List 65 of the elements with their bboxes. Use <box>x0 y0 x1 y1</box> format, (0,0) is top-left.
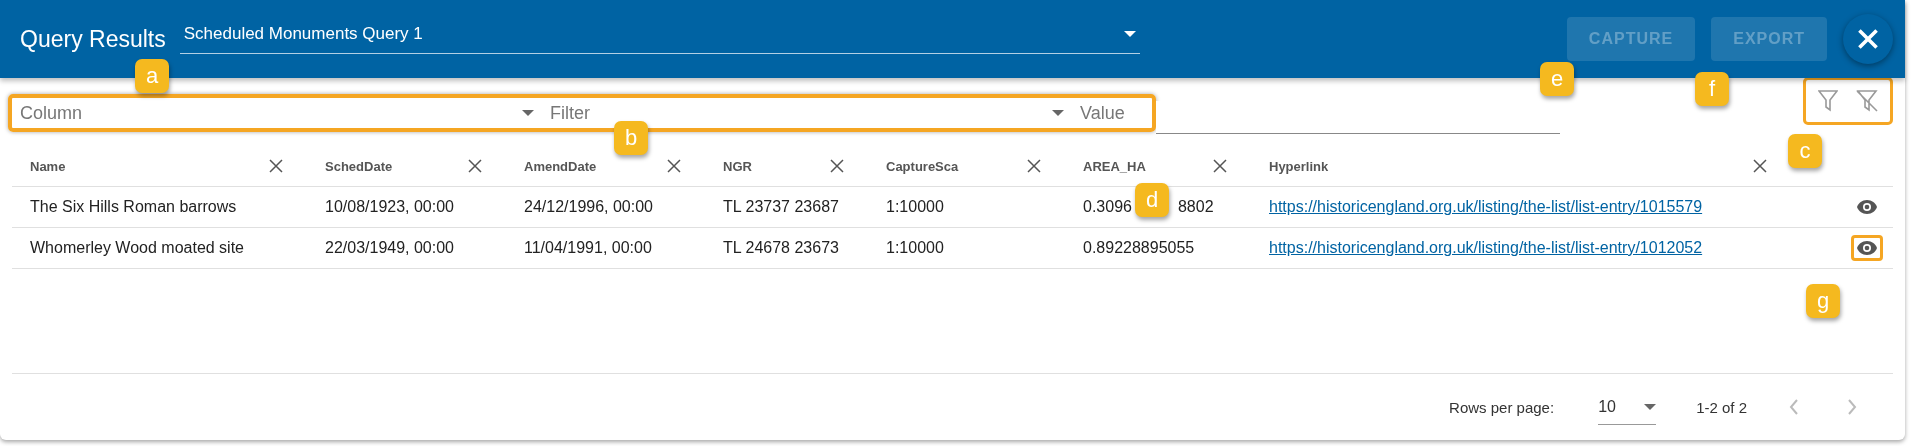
table-cell-text: 1:10000 <box>885 198 945 216</box>
hyperlink[interactable]: https://historicengland.org.uk/listing/the-list/list-entry/1012052 <box>1251 239 1791 257</box>
close-icon <box>1753 159 1767 173</box>
query-select[interactable]: Scheduled Monuments Query 1 <box>179 14 1140 54</box>
table-cell-text: 24/12/1996, 00:00 <box>523 198 654 216</box>
callout-badge: a <box>135 59 169 93</box>
eye-icon <box>1857 200 1877 214</box>
close-icon <box>830 159 844 173</box>
filter-off-icon <box>1856 90 1878 112</box>
remove-column-button[interactable] <box>1751 157 1769 175</box>
close-icon <box>1027 159 1041 173</box>
callout-badge: c <box>1788 134 1822 168</box>
hyperlink[interactable]: https://historicengland.org.uk/listing/the-list/list-entry/1015579 <box>1251 198 1791 216</box>
column-title: NGR <box>723 158 752 174</box>
filter-icon <box>1818 90 1838 112</box>
table-cell-text: 22/03/1949, 00:00 <box>324 239 455 257</box>
table-cell-text: The Six Hills Roman barrows <box>29 198 238 216</box>
chevron-left-icon <box>1789 399 1799 415</box>
caret-icon <box>1052 110 1064 116</box>
remove-column-button[interactable] <box>267 157 285 175</box>
remove-column-button[interactable] <box>665 157 683 175</box>
dialog-title: Query Results <box>20 25 166 53</box>
table-cell-text: 11/04/1991, 00:00 <box>523 239 653 257</box>
close-icon <box>667 159 681 173</box>
callout-badge: d <box>1135 183 1169 217</box>
remove-column-button[interactable] <box>466 157 484 175</box>
value-label: Value <box>1079 101 1126 125</box>
clear-filter-button[interactable] <box>1854 88 1880 114</box>
column-title: AmendDate <box>524 158 597 174</box>
remove-column-button[interactable] <box>1211 157 1229 175</box>
callout-badge: b <box>614 121 648 155</box>
view-button[interactable] <box>1851 235 1883 261</box>
column-select[interactable]: Column <box>12 98 542 128</box>
table-cell-text: 8802 <box>1176 198 1214 216</box>
table-cell-text: TL 24678 23673 <box>722 239 840 257</box>
table-cell-text: Whomerley Wood moated site <box>29 239 245 257</box>
table-cell-text: 0.3096 <box>1082 198 1132 216</box>
caret-icon <box>1123 30 1136 37</box>
callout-badge: e <box>1540 62 1574 96</box>
close-icon <box>1858 29 1878 49</box>
rows-per-page-label: Rows per page: <box>1449 398 1555 416</box>
close-icon <box>468 159 482 173</box>
eye-icon <box>1857 241 1877 255</box>
close-icon <box>269 159 283 173</box>
page-range: 1-2 of 2 <box>1696 398 1747 416</box>
table-cell-text: 10/08/1923, 00:00 <box>324 198 455 216</box>
remove-column-button[interactable] <box>828 157 846 175</box>
callout-badge: g <box>1806 284 1840 318</box>
rows-per-page-select[interactable]: 10 <box>1598 389 1657 425</box>
caret-icon <box>522 110 534 116</box>
close-icon <box>1213 159 1227 173</box>
callout-badge: f <box>1695 72 1729 106</box>
column-title: Hyperlink <box>1269 158 1329 174</box>
remove-column-button[interactable] <box>1025 157 1043 175</box>
table-cell-text: 1:10000 <box>885 239 945 257</box>
column-title: AREA_HA <box>1083 158 1146 174</box>
column-title: Name <box>30 158 66 174</box>
chevron-right-icon <box>1847 399 1857 415</box>
column-title: SchedDate <box>325 158 393 174</box>
close-button[interactable] <box>1843 14 1893 64</box>
filter-button[interactable] <box>1816 88 1840 114</box>
table-cell-text: TL 23737 23687 <box>722 198 840 216</box>
column-title: CaptureSca <box>886 158 959 174</box>
table-cell-text: 0.89228895055 <box>1082 239 1196 257</box>
caret-icon <box>1644 403 1657 410</box>
